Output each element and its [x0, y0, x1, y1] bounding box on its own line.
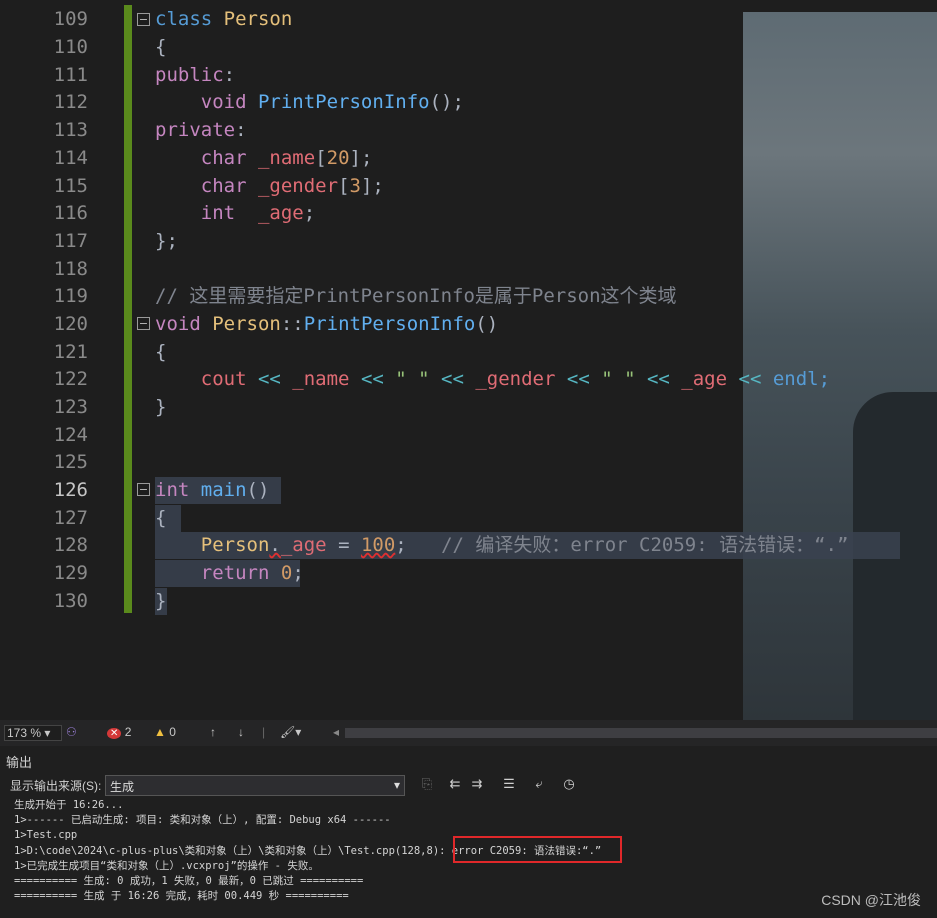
code-line[interactable]: return 0; [155, 560, 304, 588]
watermark: CSDN @江池俊 [821, 892, 921, 908]
code-line[interactable]: { [155, 339, 166, 367]
next-issue-up-icon[interactable]: ↑ [210, 725, 216, 739]
output-line: 1>------ 已启动生成: 项目: 类和对象（上）, 配置: Debug x… [14, 814, 391, 827]
line-number: 130 [53, 590, 88, 612]
line-number: 128 [53, 534, 88, 556]
code-line[interactable]: }; [155, 228, 178, 256]
output-title: 输出 [6, 755, 33, 770]
line-number: 127 [53, 507, 88, 529]
collapse-function-icon[interactable]: − [137, 317, 150, 330]
error-icon: ✕ [107, 728, 122, 739]
line-number: 122 [53, 368, 88, 390]
next-message-icon[interactable]: ⇉ [468, 776, 486, 794]
output-source-select[interactable]: 生成 ▾ [105, 775, 405, 796]
code-line[interactable]: int main() [155, 477, 269, 505]
code-line[interactable]: private: [155, 117, 247, 145]
output-source-label: 显示输出来源(S): [10, 779, 102, 793]
code-line[interactable]: class Person [155, 6, 292, 34]
code-editor[interactable]: 109 110 111 112 113 114 115 116 117 118 … [0, 0, 937, 720]
code-line[interactable]: { [155, 34, 166, 62]
line-number: 114 [53, 147, 88, 169]
word-wrap-icon[interactable]: ⤶ [530, 776, 548, 794]
code-line[interactable]: public: [155, 62, 235, 90]
separator: | [262, 725, 266, 739]
line-number: 111 [53, 64, 88, 86]
collapse-class-icon[interactable]: − [137, 13, 150, 26]
line-number: 121 [53, 341, 88, 363]
find-message-icon[interactable]: ⎘ [418, 776, 436, 794]
code-line[interactable]: } [155, 394, 166, 422]
line-number: 115 [53, 175, 88, 197]
line-number: 125 [53, 451, 88, 473]
line-number: 113 [53, 119, 88, 141]
collapse-main-icon[interactable]: − [137, 483, 150, 496]
timestamp-icon[interactable]: ◷ [560, 776, 578, 794]
output-line: 生成开始于 16:26... [14, 799, 124, 811]
line-number: 124 [53, 424, 88, 446]
zoom-dropdown[interactable]: 173 % ▾ [4, 725, 62, 741]
code-cleanup-icon[interactable]: 🖌▾ [280, 725, 301, 739]
warning-icon: ▲ [154, 725, 166, 739]
line-number-current: 126 [53, 479, 88, 501]
line-number: 116 [53, 202, 88, 224]
prev-message-icon[interactable]: ⇇ [446, 776, 464, 794]
change-tracking-bar [124, 5, 132, 613]
line-number: 118 [53, 258, 88, 280]
error-highlight-box [453, 836, 622, 863]
warning-count[interactable]: ▲ 0 [154, 725, 176, 739]
code-line[interactable]: int _age; [155, 200, 315, 228]
code-line[interactable]: { [155, 505, 166, 533]
code-line[interactable]: char _name[20]; [155, 145, 373, 173]
clear-all-icon[interactable]: ☰ [500, 776, 518, 794]
line-number: 112 [53, 91, 88, 113]
code-line[interactable]: cout << _name << " " << _gender << " " <… [155, 366, 830, 394]
code-line[interactable]: void Person::PrintPersonInfo() [155, 311, 498, 339]
editor-status-bar: 173 % ▾ ⚇ ✕ 2 ▲ 0 ↑ ↓ | 🖌▾ ◂ [0, 720, 937, 746]
output-line: ========== 生成 于 16:26 完成，耗时 00.449 秒 ===… [14, 890, 349, 903]
next-issue-down-icon[interactable]: ↓ [238, 725, 244, 739]
intellicode-icon[interactable]: ⚇ [66, 725, 77, 739]
line-number: 120 [53, 313, 88, 335]
horizontal-scrollbar[interactable] [345, 728, 937, 738]
line-number: 123 [53, 396, 88, 418]
code-line[interactable]: void PrintPersonInfo(); [155, 89, 464, 117]
line-number: 117 [53, 230, 88, 252]
line-number: 119 [53, 285, 88, 307]
line-number: 129 [53, 562, 88, 584]
output-panel: 输出 显示输出来源(S): 生成 ▾ ⎘ ⇇ ⇉ ☰ ⤶ ◷ 生成开始于 16:2… [0, 748, 937, 918]
code-line[interactable]: char _gender[3]; [155, 173, 384, 201]
error-count[interactable]: ✕ 2 [107, 725, 131, 739]
code-line-error[interactable]: Person._age = 100; // 编译失败：error C2059: … [155, 532, 849, 560]
scroll-left-icon[interactable]: ◂ [333, 725, 339, 739]
line-number: 110 [53, 36, 88, 58]
code-comment-line[interactable]: // 这里需要指定PrintPersonInfo是属于Person这个类域 [155, 283, 677, 311]
code-line[interactable]: } [155, 588, 166, 616]
output-line: ========== 生成: 0 成功，1 失败，0 最新，0 已跳过 ====… [14, 875, 364, 888]
line-number: 109 [53, 8, 88, 30]
